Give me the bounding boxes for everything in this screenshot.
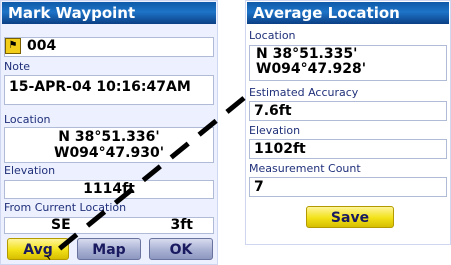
waypoint-name: 004 [27, 38, 57, 54]
avg-location-longitude: W094°47.928' [256, 61, 366, 77]
avg-elevation-value: 1102ft [254, 141, 306, 157]
location-field[interactable]: N 38°51.336' W094°47.930' [4, 127, 214, 163]
note-value: 15-APR-04 10:16:47AM [9, 79, 191, 95]
avg-elevation-field: 1102ft [249, 139, 447, 159]
from-current-location-label: From Current Location [4, 201, 127, 214]
bearing-value: SE [51, 217, 71, 233]
estimated-accuracy-label: Estimated Accuracy [249, 86, 359, 99]
from-current-location-field: SE 3ft [4, 217, 214, 234]
waypoint-flag-icon[interactable]: ⚑ [5, 38, 21, 54]
estimated-accuracy-field: 7.6ft [249, 101, 447, 121]
avg-elevation-label: Elevation [249, 124, 301, 137]
note-label: Note [4, 60, 31, 73]
mark-waypoint-screen: Mark Waypoint ⚑ 004 Note 15-APR-04 10:16:… [0, 0, 218, 265]
measurement-count-value: 7 [254, 179, 264, 195]
estimated-accuracy-value: 7.6ft [254, 103, 292, 119]
average-location-title: Average Location [247, 2, 449, 24]
elevation-field[interactable]: 1114ft [4, 180, 214, 199]
location-label: Location [4, 113, 51, 126]
avg-location-latitude: N 38°51.335' [256, 46, 358, 62]
avg-location-field: N 38°51.335' W094°47.928' [249, 45, 447, 81]
ok-button[interactable]: OK [149, 238, 213, 260]
avg-button[interactable]: Avg [7, 238, 69, 260]
note-field[interactable]: 15-APR-04 10:16:47AM [4, 75, 214, 105]
mark-waypoint-title: Mark Waypoint [2, 2, 216, 24]
distance-value: 3ft [170, 217, 193, 233]
measurement-count-field: 7 [249, 177, 447, 197]
measurement-count-label: Measurement Count [249, 162, 361, 175]
elevation-value: 1114ft [83, 181, 135, 197]
location-latitude: N 38°51.336' [58, 129, 160, 145]
waypoint-name-field[interactable]: ⚑ 004 [4, 37, 214, 57]
location-longitude: W094°47.930' [54, 145, 164, 161]
elevation-label: Elevation [4, 164, 56, 177]
save-button[interactable]: Save [306, 206, 394, 228]
map-button[interactable]: Map [77, 238, 141, 260]
avg-location-label: Location [249, 29, 296, 42]
average-location-screen: Average Location Location N 38°51.335' W… [245, 0, 451, 245]
